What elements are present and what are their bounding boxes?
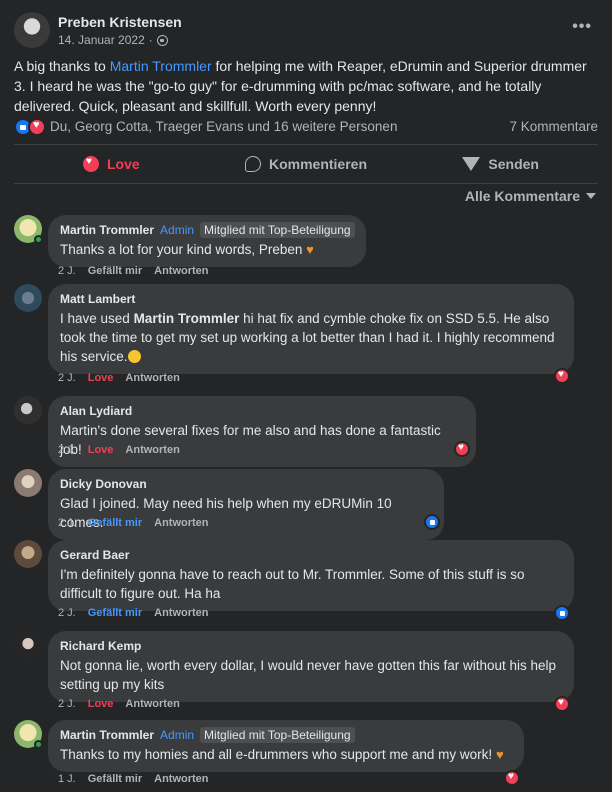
comment-author[interactable]: Dicky Donovan [60,477,147,491]
comment-actions: 2 J. Gefällt mir Antworten [58,517,209,529]
admin-badge: Admin [160,728,195,742]
top-contributor-badge: Mitglied mit Top-Beteiligung [200,727,355,743]
post-meta: 14. Januar 2022 · [58,33,168,47]
comment-author[interactable]: Alan Lydiard [60,404,132,418]
avatar[interactable] [14,396,42,424]
like-reaction-icon[interactable] [424,514,440,530]
more-options-button[interactable]: ••• [572,18,592,36]
comment-time[interactable]: 2 J. [58,265,76,277]
reply-action[interactable]: Antworten [154,773,208,785]
mention-link[interactable]: Martin Trommler [110,58,212,74]
author-avatar[interactable] [14,12,50,48]
comment-icon [244,156,261,172]
comment-bubble: Gerard Baer I'm definitely gonna have to… [48,540,574,611]
chevron-down-icon [586,193,596,199]
comment-actions: 2 J. Love Antworten [58,444,180,456]
comment-author[interactable]: Matt Lambert [60,292,135,306]
reply-action[interactable]: Antworten [125,372,179,384]
comment-bubble: Matt Lambert I have used Martin Trommler… [48,284,574,374]
comment-count[interactable]: 7 Kommentare [509,119,598,134]
online-status-indicator [34,235,43,244]
reply-action[interactable]: Antworten [154,607,208,619]
like-action[interactable]: Gefällt mir [88,517,142,529]
comment-time[interactable]: 1 J. [58,773,76,785]
comment-author[interactable]: Martin Trommler [60,728,154,742]
like-reaction-icon[interactable] [554,605,570,621]
like-action[interactable]: Gefällt mir [88,607,142,619]
action-bar: Love Kommentieren Senden [14,147,598,181]
divider [14,183,598,184]
post-text: A big thanks to Martin Trommler for help… [14,58,587,114]
love-action[interactable]: Love [88,444,114,456]
admin-badge: Admin [160,223,195,237]
post-header: Preben Kristensen 14. Januar 2022 · ••• [14,12,598,48]
orange-heart-emoji: ♥ [495,747,504,762]
online-status-indicator [34,740,43,749]
reply-action[interactable]: Antworten [125,698,179,710]
love-action[interactable]: Love [88,698,114,710]
love-icon [28,118,46,136]
love-reaction-icon[interactable] [504,770,520,786]
comment-time[interactable]: 2 J. [58,372,76,384]
comment-time[interactable]: 2 J. [58,517,76,529]
comment-bubble: Martin Trommler Admin Mitglied mit Top-B… [48,720,524,772]
comment-bubble: Richard Kemp Not gonna lie, worth every … [48,631,574,702]
send-icon [462,157,481,171]
comment-actions: 2 J. Gefällt mir Antworten [58,607,209,619]
love-reaction-icon[interactable] [454,441,470,457]
love-button[interactable]: Love [14,147,209,181]
like-action[interactable]: Gefällt mir [88,773,142,785]
send-button[interactable]: Senden [403,147,598,181]
post-date[interactable]: 14. Januar 2022 [58,33,145,47]
top-contributor-badge: Mitglied mit Top-Beteiligung [200,222,355,238]
avatar[interactable] [14,540,42,568]
comment-bubble: Dicky Donovan Glad I joined. May need hi… [48,469,444,540]
reply-action[interactable]: Antworten [154,517,208,529]
comment-text: Thanks to my homies and all e-drummers w… [60,747,493,762]
reaction-icons [14,118,48,136]
comment-actions: 2 J. Gefällt mir Antworten [58,265,209,277]
love-reaction-icon[interactable] [554,696,570,712]
orange-heart-emoji: ♥ [306,242,314,257]
like-action[interactable]: Gefällt mir [88,265,142,277]
love-reaction-icon[interactable] [554,368,570,384]
avatar[interactable] [14,631,42,659]
comment-sort-dropdown[interactable]: Alle Kommentare [465,188,596,204]
comment-actions: 2 J. Love Antworten [58,698,180,710]
comment-text: Not gonna lie, worth every dollar, I wou… [60,658,557,692]
smile-emoji [127,350,141,363]
comment-bubble: Alan Lydiard Martin's done several fixes… [48,396,476,467]
comment-author[interactable]: Richard Kemp [60,639,141,653]
comment-text: I'm definitely gonna have to reach out t… [60,567,525,601]
reactions-summary[interactable]: Du, Georg Cotta, Traeger Evans und 16 we… [14,117,598,137]
comment-time[interactable]: 2 J. [58,444,76,456]
love-action[interactable]: Love [88,372,114,384]
post-author-name[interactable]: Preben Kristensen [58,14,182,30]
comment-button[interactable]: Kommentieren [209,147,404,181]
comment-time[interactable]: 2 J. [58,607,76,619]
avatar[interactable] [14,284,42,312]
reply-action[interactable]: Antworten [154,265,208,277]
mention-link[interactable]: Martin Trommler [134,311,240,326]
divider [14,144,598,145]
reply-action[interactable]: Antworten [125,444,179,456]
comment-author[interactable]: Gerard Baer [60,548,129,562]
comment-bubble: Martin Trommler Admin Mitglied mit Top-B… [48,215,366,267]
comment-actions: 1 J. Gefällt mir Antworten [58,773,209,785]
comment-text: Thanks a lot for your kind words, Preben [60,242,303,257]
love-icon [82,156,99,172]
comment-author[interactable]: Martin Trommler [60,223,154,237]
avatar[interactable] [14,469,42,497]
comment-actions: 2 J. Love Antworten [58,372,180,384]
globe-icon [156,34,168,46]
comment-time[interactable]: 2 J. [58,698,76,710]
reaction-names[interactable]: Du, Georg Cotta, Traeger Evans und 16 we… [50,119,397,134]
